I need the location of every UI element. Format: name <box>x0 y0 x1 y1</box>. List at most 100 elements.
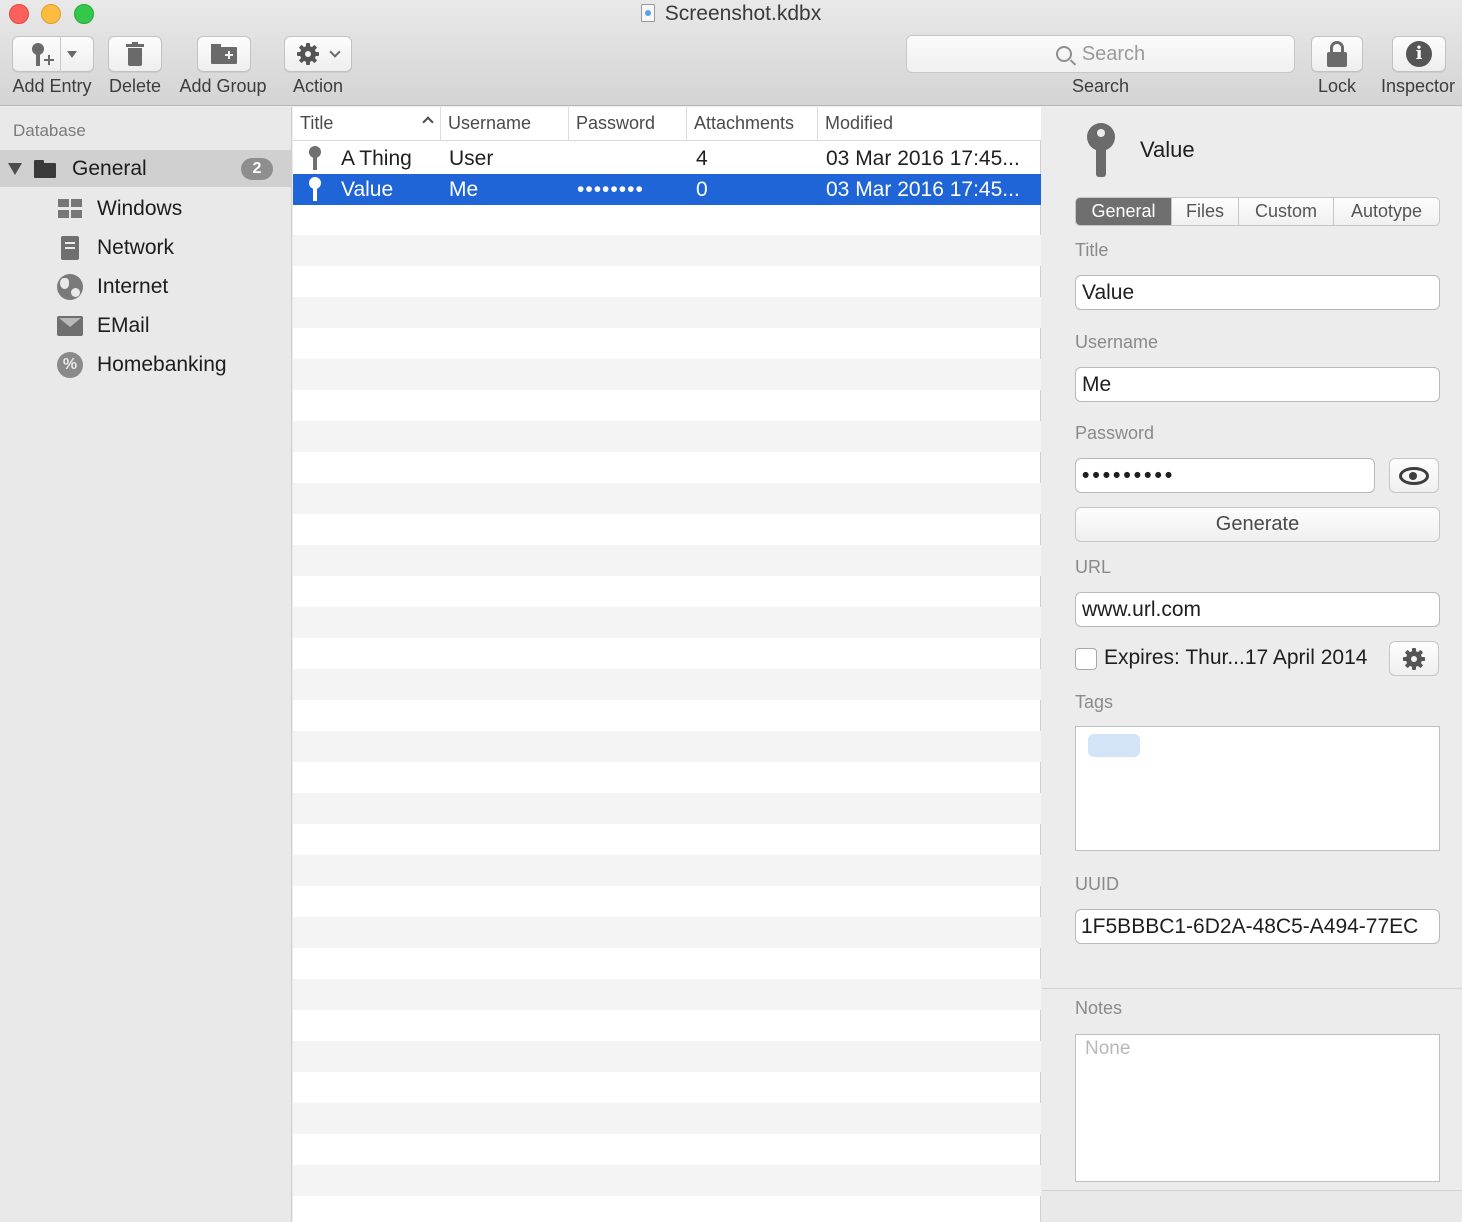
cell-modified: 03 Mar 2016 17:45... <box>826 147 1020 170</box>
inspector-label: Inspector <box>1380 76 1456 96</box>
entry-table[interactable]: Title Username Password Attachments Modi… <box>293 107 1041 1222</box>
sidebar-item-email[interactable]: EMail <box>57 308 150 344</box>
reveal-password-button[interactable] <box>1389 458 1439 493</box>
add-group-button[interactable] <box>197 36 251 72</box>
sidebar-item-network[interactable]: Network <box>57 230 174 266</box>
title-label: Title <box>1075 240 1109 260</box>
notes-placeholder: None <box>1085 1038 1131 1059</box>
cell-attachments: 4 <box>696 147 708 170</box>
password-field[interactable]: ••••••••• <box>1075 458 1375 493</box>
disclosure-triangle-icon[interactable] <box>8 162 22 175</box>
row-stripe <box>293 607 1041 638</box>
sidebar-item-label: Homebanking <box>97 353 227 376</box>
folder-icon <box>34 159 56 178</box>
cell-password: •••••••• <box>577 178 644 201</box>
sidebar-item-windows[interactable]: Windows <box>57 191 182 227</box>
table-row-selected[interactable]: Value Me •••••••• 0 03 Mar 2016 17:45... <box>293 174 1041 205</box>
row-stripe <box>293 669 1041 700</box>
inspector-tabs: General Files Custom Autotype <box>1075 197 1440 226</box>
window-title: Screenshot.kdbx <box>0 2 1462 26</box>
entry-key-icon <box>1086 123 1116 177</box>
expires-checkbox[interactable] <box>1075 648 1097 670</box>
chevron-down-icon[interactable] <box>66 50 77 58</box>
row-stripe <box>293 235 1041 266</box>
eye-icon <box>1399 466 1429 485</box>
username-field[interactable]: Me <box>1075 367 1440 402</box>
key-icon <box>308 146 322 170</box>
column-header-password[interactable]: Password <box>569 107 687 141</box>
row-stripe <box>293 1165 1041 1196</box>
trash-icon <box>126 42 144 66</box>
row-stripe <box>293 359 1041 390</box>
row-stripe <box>293 979 1041 1010</box>
lock-button[interactable] <box>1311 36 1363 72</box>
url-field[interactable]: www.url.com <box>1075 592 1440 627</box>
action-button[interactable] <box>284 36 352 72</box>
sort-ascending-icon <box>422 116 434 128</box>
notes-field[interactable]: None <box>1075 1034 1440 1182</box>
add-entry-button[interactable] <box>12 36 94 72</box>
sidebar-item-homebanking[interactable]: % Homebanking <box>57 347 227 383</box>
row-stripe <box>293 917 1041 948</box>
uuid-label: UUID <box>1075 874 1119 894</box>
tab-autotype[interactable]: Autotype <box>1334 198 1439 225</box>
tab-custom[interactable]: Custom <box>1239 198 1334 225</box>
sidebar-group-general[interactable]: General 2 <box>0 150 291 187</box>
generate-password-button[interactable]: Generate <box>1075 507 1440 542</box>
cell-attachments: 0 <box>696 178 708 201</box>
sidebar-item-internet[interactable]: Internet <box>57 269 168 305</box>
tag-chip[interactable] <box>1088 734 1140 757</box>
row-stripe <box>293 855 1041 886</box>
tags-field[interactable] <box>1075 726 1440 851</box>
globe-icon <box>57 274 83 300</box>
document-icon <box>640 4 655 22</box>
tab-general[interactable]: General <box>1076 198 1172 225</box>
column-header-modified[interactable]: Modified <box>818 107 1041 141</box>
column-header-attachments[interactable]: Attachments <box>687 107 818 141</box>
row-stripe <box>293 483 1041 514</box>
search-label: Search <box>1071 76 1130 96</box>
sidebar-header: Database <box>13 121 86 140</box>
uuid-field[interactable]: 1F5BBBC1-6D2A-48C5-A494-77EC <box>1075 909 1440 944</box>
expires-label: Expires: Thur...17 April 2014 <box>1104 646 1368 669</box>
windows-icon <box>57 196 83 222</box>
sidebar: Database General 2 Windows Network Inter… <box>0 107 292 1222</box>
expiry-settings-button[interactable] <box>1389 641 1439 676</box>
tags-label: Tags <box>1075 692 1114 712</box>
table-row[interactable]: A Thing User 4 03 Mar 2016 17:45... <box>293 143 1041 174</box>
tab-files[interactable]: Files <box>1172 198 1239 225</box>
url-label: URL <box>1075 557 1112 577</box>
percent-icon: % <box>57 352 83 378</box>
sidebar-item-label: Internet <box>97 275 169 298</box>
password-label: Password <box>1075 423 1155 443</box>
search-input[interactable]: Search <box>906 35 1295 73</box>
add-entry-label: Add Entry <box>12 76 92 96</box>
sidebar-item-label: Windows <box>97 197 183 220</box>
divider <box>1042 988 1462 989</box>
delete-label: Delete <box>108 76 162 96</box>
search-icon <box>1055 46 1072 62</box>
column-header-username[interactable]: Username <box>441 107 569 141</box>
key-icon <box>308 177 322 201</box>
inspector-panel: Value General Files Custom Autotype Titl… <box>1042 107 1462 1222</box>
table-header: Title Username Password Attachments Modi… <box>293 107 1041 141</box>
row-stripe <box>293 545 1041 576</box>
row-stripe <box>293 297 1041 328</box>
row-stripe <box>293 793 1041 824</box>
gear-icon <box>297 43 319 65</box>
sidebar-item-label: Network <box>97 236 175 259</box>
lock-label: Lock <box>1317 76 1357 96</box>
folder-plus-icon <box>211 44 237 64</box>
inspector-button[interactable]: i <box>1392 36 1446 72</box>
add-group-label: Add Group <box>179 76 267 96</box>
column-header-title[interactable]: Title <box>293 107 441 141</box>
mail-icon <box>57 313 83 339</box>
row-stripe <box>293 1103 1041 1134</box>
network-icon <box>57 235 83 261</box>
cell-username: Me <box>449 178 479 201</box>
delete-button[interactable] <box>108 36 162 72</box>
cell-title: Value <box>341 178 394 201</box>
title-field[interactable]: Value <box>1075 275 1440 310</box>
username-label: Username <box>1075 332 1159 352</box>
inspector-footer <box>1042 1190 1462 1222</box>
